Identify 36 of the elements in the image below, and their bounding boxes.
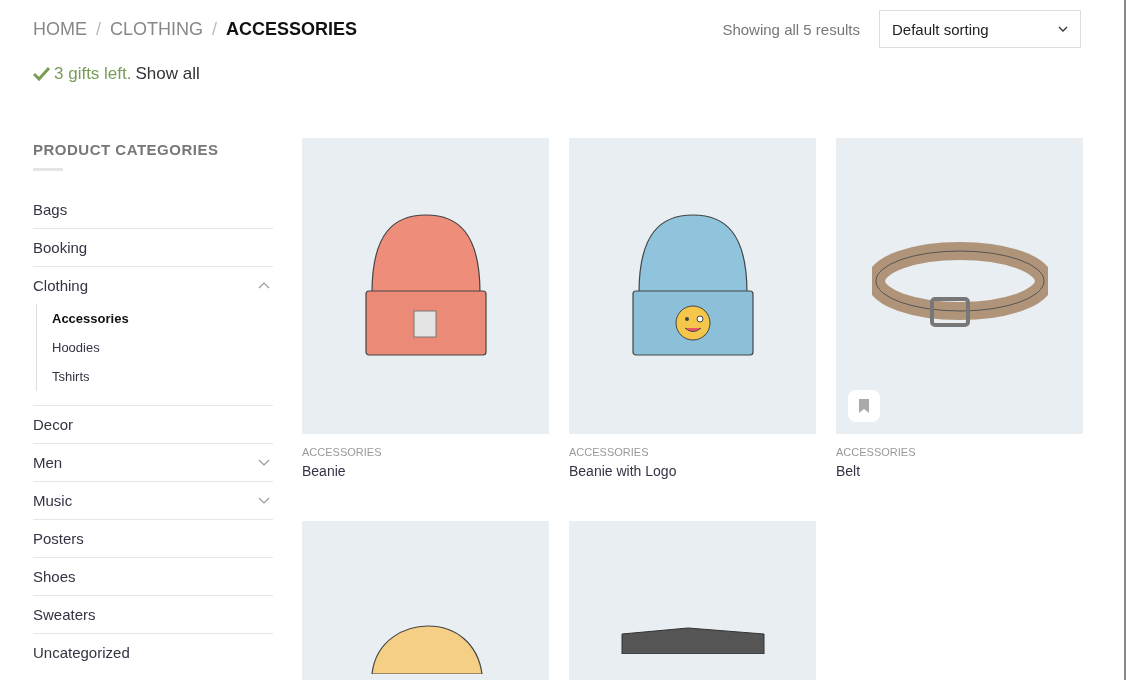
subcategory-link[interactable]: Accessories (52, 311, 129, 326)
breadcrumb-separator: / (96, 18, 101, 40)
category-link[interactable]: Posters (33, 530, 84, 547)
wishlist-button[interactable] (848, 390, 880, 422)
product-category: ACCESSORIES (836, 446, 917, 458)
bookmark-icon (859, 399, 869, 413)
chevron-down-icon[interactable] (258, 497, 270, 504)
sidebar-title: PRODUCT CATEGORIES (33, 141, 220, 158)
breadcrumb-link[interactable]: HOME (33, 18, 87, 40)
checkmark-icon (33, 67, 50, 81)
subcategory-link[interactable]: Hoodies (52, 340, 100, 355)
breadcrumb-separator: / (212, 18, 218, 40)
category-link[interactable]: Sweaters (33, 606, 96, 623)
category-link[interactable]: Bags (33, 201, 68, 218)
chevron-down-icon (1058, 26, 1068, 32)
breadcrumb-link[interactable]: ACCESSORIES (226, 18, 358, 40)
notice-message: 3 gifts left. (54, 64, 132, 84)
category-link[interactable]: Booking (33, 239, 88, 256)
category-link[interactable]: Music (33, 492, 73, 509)
category-link[interactable]: Men (33, 454, 63, 471)
breadcrumb-link[interactable]: CLOTHING (110, 18, 204, 40)
product-category: ACCESSORIES (569, 446, 650, 458)
category-link[interactable]: Shoes (33, 568, 76, 585)
chevron-up-icon[interactable] (258, 282, 270, 289)
category-link[interactable]: Decor (33, 416, 73, 433)
category-link[interactable]: Uncategorized (33, 644, 130, 661)
result-count: Showing all 5 results (722, 20, 860, 38)
chevron-down-icon[interactable] (258, 459, 270, 466)
product-category: ACCESSORIES (302, 446, 383, 458)
sorting-dropdown[interactable]: Default sorting (879, 10, 1081, 48)
subcategory-link[interactable]: Tshirts (52, 369, 90, 384)
category-link[interactable]: Clothing (33, 277, 89, 294)
product-title[interactable]: Belt (836, 463, 1083, 479)
product-title[interactable]: Beanie (302, 463, 549, 479)
show-all-link[interactable]: Show all (135, 64, 200, 84)
product-title[interactable]: Beanie with Logo (569, 463, 816, 479)
